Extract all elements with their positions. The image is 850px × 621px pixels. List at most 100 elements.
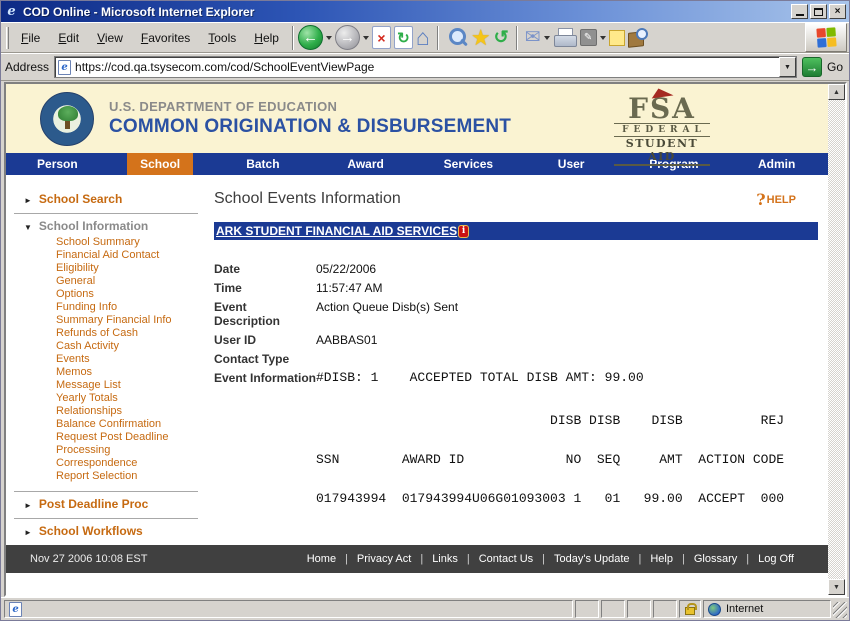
toolbar-grip[interactable] — [6, 27, 9, 49]
footer-link-privacy-act[interactable]: Privacy Act — [357, 553, 411, 565]
site-banner: U.S. DEPARTMENT OF EDUCATION COMMON ORIG… — [6, 84, 828, 153]
field-value: #DISB: 1 ACCEPTED TOTAL DISB AMT: 99.00 — [316, 371, 644, 385]
edit-button[interactable]: ✎ — [580, 29, 597, 46]
go-button[interactable]: → — [802, 57, 822, 77]
forward-dropdown-icon[interactable] — [363, 36, 369, 40]
document-icon: e — [9, 602, 22, 617]
discuss-button[interactable] — [609, 30, 625, 46]
sidebar-item-request-post-deadline-processing[interactable]: Request Post Deadline Processing — [56, 431, 198, 457]
tab-batch[interactable]: Batch — [212, 153, 315, 175]
vertical-scrollbar[interactable]: ▲ ▼ — [828, 84, 845, 595]
scroll-up-button[interactable]: ▲ — [828, 84, 845, 100]
sidebar-item-refunds-of-cash[interactable]: Refunds of Cash — [56, 327, 198, 340]
sidebar-item-relationships[interactable]: Relationships — [56, 405, 198, 418]
sidebar-item-yearly-totals[interactable]: Yearly Totals — [56, 392, 198, 405]
history-button[interactable]: ↺ — [494, 27, 509, 48]
sidebar-item-school-search[interactable]: ► School Search — [14, 192, 198, 206]
field-row-user-id: User ID AABBAS01 — [214, 333, 818, 347]
sidebar-sublist: School Summary Financial Aid Contact Eli… — [14, 233, 198, 484]
research-button[interactable] — [628, 28, 648, 47]
close-button[interactable]: × — [829, 4, 846, 19]
field-row-time: Time 11:57:47 AM — [214, 281, 818, 295]
sidebar-section-school-information: ▼ School Information School Summary Fina… — [14, 214, 198, 492]
tab-school[interactable]: School — [109, 153, 212, 175]
footer-link-log-off[interactable]: Log Off — [758, 553, 794, 565]
help-link[interactable]: ? HELP — [756, 190, 796, 209]
footer-link-help[interactable]: Help — [650, 553, 673, 565]
menu-edit[interactable]: Edit — [49, 29, 88, 47]
footer-links: Home | Privacy Act | Links | Contact Us … — [307, 553, 794, 565]
address-bar: Address e https://cod.qa.tsysecom.com/co… — [1, 53, 849, 81]
minimize-button[interactable] — [791, 4, 808, 19]
tab-award[interactable]: Award — [314, 153, 417, 175]
footer-link-glossary[interactable]: Glossary — [694, 553, 737, 565]
home-button[interactable]: ⌂ — [416, 26, 430, 49]
address-dropdown-button[interactable]: ▼ — [779, 57, 796, 77]
event-fields: Date 05/22/2006 Time 11:57:47 AM Event D… — [214, 262, 818, 385]
go-label[interactable]: Go — [827, 60, 843, 74]
footer-link-links[interactable]: Links — [432, 553, 458, 565]
footer-link-contact-us[interactable]: Contact Us — [479, 553, 533, 565]
resize-grip[interactable] — [833, 602, 847, 618]
sidebar-item-eligibility[interactable]: Eligibility — [56, 262, 198, 275]
toolbar-separator — [437, 26, 439, 50]
search-button[interactable] — [446, 26, 468, 49]
sidebar-item-options[interactable]: Options — [56, 288, 198, 301]
sidebar-item-correspondence[interactable]: Correspondence — [56, 457, 198, 470]
info-icon[interactable]: i — [458, 225, 469, 238]
scroll-down-button[interactable]: ▼ — [828, 579, 845, 595]
sidebar-item-report-selection[interactable]: Report Selection — [56, 470, 198, 483]
field-value: 05/22/2006 — [316, 262, 376, 276]
address-url[interactable]: https://cod.qa.tsysecom.com/cod/SchoolEv… — [75, 60, 775, 74]
menu-bar: File Edit View Favorites Tools Help — [12, 29, 288, 47]
forward-button[interactable]: → — [335, 25, 360, 50]
back-button[interactable]: ← — [298, 25, 323, 50]
edit-dropdown-icon[interactable] — [600, 36, 606, 40]
zone-label: Internet — [726, 603, 763, 615]
sidebar-item-general[interactable]: General — [56, 275, 198, 288]
sidebar-item-message-list[interactable]: Message List — [56, 379, 198, 392]
page-frame: U.S. DEPARTMENT OF EDUCATION COMMON ORIG… — [4, 82, 847, 597]
sidebar-item-school-summary[interactable]: School Summary — [56, 236, 198, 249]
sidebar-section-school-search: ► School Search — [14, 187, 198, 214]
sidebar-item-summary-financial-info[interactable]: Summary Financial Info — [56, 314, 198, 327]
stop-button[interactable]: × — [372, 26, 391, 49]
field-label: User ID — [214, 333, 316, 347]
table-row: 017943994 017943994U06G01093003 1 01 99.… — [316, 491, 818, 507]
sidebar-item-balance-confirmation[interactable]: Balance Confirmation — [56, 418, 198, 431]
sidebar-item-funding-info[interactable]: Funding Info — [56, 301, 198, 314]
refresh-button[interactable]: ↻ — [394, 26, 413, 49]
tab-person[interactable]: Person — [6, 153, 109, 175]
menu-view[interactable]: View — [88, 29, 132, 47]
maximize-button[interactable] — [810, 4, 827, 19]
sidebar-item-events[interactable]: Events — [56, 353, 198, 366]
menu-file[interactable]: File — [12, 29, 49, 47]
tab-services[interactable]: Services — [417, 153, 520, 175]
sidebar-item-school-information[interactable]: ▼ School Information — [14, 219, 198, 233]
address-field[interactable]: e https://cod.qa.tsysecom.com/cod/School… — [54, 56, 797, 78]
menu-help[interactable]: Help — [245, 29, 288, 47]
back-dropdown-icon[interactable] — [326, 36, 332, 40]
mail-button[interactable]: ✉ — [525, 26, 541, 49]
tab-user[interactable]: User — [520, 153, 623, 175]
favorites-button[interactable]: ★ — [471, 26, 491, 49]
print-button[interactable] — [553, 28, 577, 48]
fsa-acronym: FSA — [614, 97, 710, 121]
footer-link-todays-update[interactable]: Today's Update — [554, 553, 629, 565]
mail-dropdown-icon[interactable] — [544, 36, 550, 40]
footer-link-home[interactable]: Home — [307, 553, 336, 565]
menu-tools[interactable]: Tools — [199, 29, 245, 47]
content-row: ► School Search ▼ School Information Sch… — [6, 175, 828, 545]
sidebar-item-school-workflows[interactable]: ► School Workflows — [14, 524, 198, 538]
sidebar-item-post-deadline-proc[interactable]: ► Post Deadline Proc — [14, 497, 198, 511]
field-label: Time — [214, 281, 316, 295]
menu-favorites[interactable]: Favorites — [132, 29, 199, 47]
school-name-link[interactable]: ARK STUDENT FINANCIAL AID SERVICES — [216, 224, 457, 238]
sidebar-item-cash-activity[interactable]: Cash Activity — [56, 340, 198, 353]
status-pane — [601, 600, 625, 618]
sidebar-item-memos[interactable]: Memos — [56, 366, 198, 379]
footer-separator: | — [345, 553, 348, 565]
tab-admin[interactable]: Admin — [725, 153, 828, 175]
scrollbar-track[interactable] — [828, 100, 845, 579]
sidebar-item-financial-aid-contact[interactable]: Financial Aid Contact — [56, 249, 198, 262]
